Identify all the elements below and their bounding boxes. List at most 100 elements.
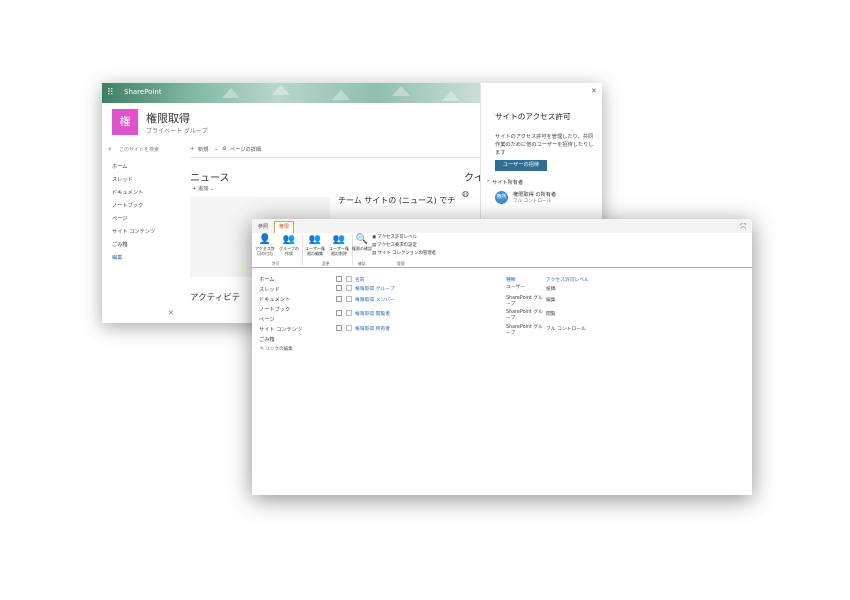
- nav-item-site-contents[interactable]: サイト コンテンツ: [259, 325, 302, 335]
- panel-title: サイトのアクセス許可: [495, 112, 571, 121]
- search-placeholder: このサイトを検索: [119, 147, 160, 153]
- table-row-level: フル コントロール: [546, 327, 586, 332]
- nav-item-recycle-bin[interactable]: ごみ箱: [259, 335, 302, 345]
- nav-item-notebook[interactable]: ノートブック: [259, 305, 302, 315]
- nav-item-documents[interactable]: ドキュメント: [259, 295, 302, 305]
- column-header-type[interactable]: 種類: [506, 276, 516, 283]
- table-row-name[interactable]: 権限取得 グループ: [355, 285, 395, 292]
- nav-item-site-contents[interactable]: サイト コンテンツ: [112, 226, 155, 239]
- grant-permissions-button[interactable]: 👤 アクセス許可の付与: [254, 234, 276, 256]
- row-checkbox[interactable]: [336, 285, 342, 291]
- close-icon[interactable]: ✕: [168, 309, 174, 317]
- add-label: 追加: [198, 186, 209, 192]
- page-details-button[interactable]: ページの詳細: [230, 146, 261, 153]
- row-checkbox[interactable]: [336, 325, 342, 331]
- row-checkbox[interactable]: [346, 310, 352, 316]
- remove-user-permissions-label: ユーザー権限の削除: [329, 246, 349, 256]
- table-row-name[interactable]: 権限取得 メンバー: [355, 296, 395, 303]
- create-group-button[interactable]: 👥 グループの作成: [278, 234, 300, 256]
- panel-description: サイトのアクセス許可を管理したり、共同作業のために他のユーザーを招待したりします: [495, 134, 594, 156]
- ribbon: 👤 アクセス許可の付与 👥 グループの作成 👥 ユーザー権限の編集 👥 ユーザー…: [252, 233, 752, 268]
- left-navigation: ホーム スレッド ドキュメント ノートブック ページ サイト コンテンツ ごみ箱…: [112, 161, 155, 265]
- owner-name[interactable]: 権限取得 の所有者: [513, 191, 556, 198]
- site-title[interactable]: 権限取得: [146, 110, 190, 126]
- site-logo: 権: [112, 109, 138, 135]
- avatar: 権所: [495, 191, 508, 204]
- nav-item-recycle-bin[interactable]: ごみ箱: [112, 239, 155, 252]
- team-site-news-text: チーム サイトの (ニュース) でチ: [338, 196, 456, 205]
- nav-edit-link[interactable]: 編集: [112, 252, 155, 265]
- activity-heading: アクティビテ: [190, 293, 241, 303]
- access-request-settings-label: アクセス要求の設定: [377, 243, 417, 248]
- user-add-icon: 👤: [258, 234, 272, 245]
- column-header-name[interactable]: 名前: [355, 276, 365, 283]
- table-row-type: SharePoint グループ: [506, 310, 543, 321]
- chevron-down-icon: ⌄: [214, 146, 219, 152]
- nav-item-threads[interactable]: スレッド: [112, 174, 155, 187]
- tab-permissions[interactable]: 権限: [274, 221, 295, 233]
- site-collection-admins-button[interactable]: ▥ サイト コレクションの管理者: [372, 250, 436, 256]
- add-news-button[interactable]: + 追加 ⌄: [192, 185, 214, 192]
- site-subtitle: プライベート グループ: [146, 128, 208, 135]
- permission-levels-button[interactable]: ▣ アクセス許可レベル: [372, 234, 417, 240]
- new-button[interactable]: 新規: [198, 146, 208, 153]
- group-icon: 👥: [282, 234, 296, 245]
- row-checkbox[interactable]: [346, 285, 352, 291]
- close-panel-icon[interactable]: ✕: [591, 87, 597, 95]
- site-owners-toggle[interactable]: ⌃ サイト所有者: [486, 179, 523, 186]
- row-checkbox[interactable]: [346, 296, 352, 302]
- access-request-settings-button[interactable]: ▤ アクセス要求の設定: [372, 242, 417, 248]
- nav-item-documents[interactable]: ドキュメント: [112, 187, 155, 200]
- ribbon-tabs: 参照 権限 ⤧: [252, 219, 752, 233]
- focus-on-content-icon[interactable]: ⤧: [740, 222, 746, 232]
- remove-user-permissions-button[interactable]: 👥 ユーザー権限の削除: [328, 234, 350, 256]
- nav-item-pages[interactable]: ページ: [112, 213, 155, 226]
- search-icon: ⌕: [108, 145, 112, 153]
- row-checkbox[interactable]: [336, 310, 342, 316]
- tab-browse[interactable]: 参照: [258, 223, 268, 230]
- nav-item-notebook[interactable]: ノートブック: [112, 200, 155, 213]
- invite-users-button[interactable]: ユーザーの招待: [495, 160, 547, 171]
- user-remove-icon: 👥: [332, 234, 346, 245]
- owner-role[interactable]: フル コントロール: [513, 198, 551, 204]
- ribbon-group-grant: 許可: [272, 261, 280, 266]
- left-navigation: ホーム スレッド ドキュメント ノートブック ページ サイト コンテンツ ごみ箱: [259, 275, 302, 345]
- create-group-label: グループの作成: [279, 246, 299, 256]
- nav-item-pages[interactable]: ページ: [259, 315, 302, 325]
- select-all-checkbox[interactable]: [336, 276, 342, 282]
- table-row-level: 編集: [546, 298, 556, 303]
- nav-item-home[interactable]: ホーム: [112, 161, 155, 174]
- check-permissions-icon: 🔍: [355, 234, 369, 245]
- select-all-checkbox-secondary[interactable]: [346, 276, 352, 282]
- globe-icon[interactable]: ◍: [462, 189, 469, 198]
- grant-permissions-label: アクセス許可の付与: [255, 246, 275, 256]
- table-row-type: ユーザー: [506, 285, 526, 290]
- nav-item-threads[interactable]: スレッド: [259, 285, 302, 295]
- table-row-level: 投稿: [546, 287, 556, 292]
- column-header-level[interactable]: アクセス許可レベル: [546, 276, 589, 283]
- site-collection-admins-label: サイト コレクションの管理者: [377, 251, 437, 256]
- row-checkbox[interactable]: [336, 296, 342, 302]
- check-permissions-button[interactable]: 🔍 権限の確認: [352, 234, 372, 251]
- command-bar: + 新規 ⌄ ⚙ ページの詳細: [190, 143, 480, 158]
- ribbon-separator: [302, 235, 303, 265]
- table-row-name[interactable]: 権限取得 所有者: [355, 325, 390, 332]
- table-row-type: SharePoint グループ: [506, 325, 543, 336]
- row-checkbox[interactable]: [346, 325, 352, 331]
- table-row-level: 閲覧: [546, 312, 556, 317]
- plus-icon: +: [190, 146, 195, 152]
- site-search-box[interactable]: ⌕ このサイトを検索: [102, 143, 178, 157]
- permission-levels-label: アクセス許可レベル: [377, 235, 417, 240]
- brand-name[interactable]: SharePoint: [124, 88, 162, 96]
- table-row-type: SharePoint グループ: [506, 296, 543, 307]
- nav-item-home[interactable]: ホーム: [259, 275, 302, 285]
- edit-links-label: リンクの編集: [265, 347, 293, 352]
- news-heading: ニュース: [190, 173, 230, 184]
- user-edit-icon: 👥: [308, 234, 322, 245]
- table-row-name[interactable]: 権限取得 閲覧者: [355, 310, 390, 317]
- edit-links-button[interactable]: ✎ リンクの編集: [260, 346, 293, 352]
- ribbon-group-check: 確認: [358, 261, 366, 266]
- settings-icon: ⚙: [222, 146, 227, 152]
- app-launcher-icon[interactable]: ⠿: [107, 88, 117, 98]
- edit-user-permissions-button[interactable]: 👥 ユーザー権限の編集: [304, 234, 326, 256]
